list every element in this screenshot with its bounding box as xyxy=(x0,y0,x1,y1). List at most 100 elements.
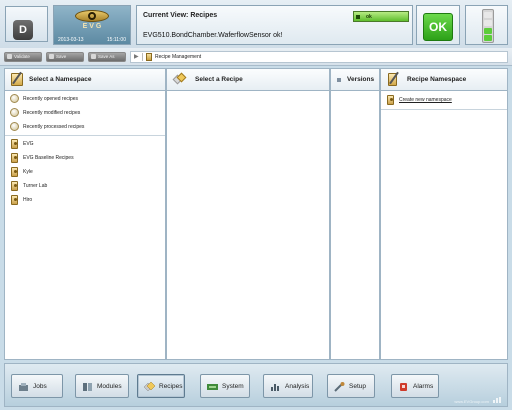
dock-label: Setup xyxy=(349,383,366,390)
save-label: Save xyxy=(56,54,67,59)
namespace-pane: Select a Namespace Recently opened recip… xyxy=(4,68,166,360)
namespace-item[interactable]: EVG xyxy=(5,137,165,151)
recipes-icon xyxy=(144,382,155,392)
user-initial: D xyxy=(13,20,33,40)
namespace-label: EVG Baseline Recipes xyxy=(23,155,74,161)
namespace-folder-icon xyxy=(11,181,18,191)
namespace-label: Hiro xyxy=(23,197,33,203)
status-square-icon xyxy=(356,15,360,19)
dock-button-alarms[interactable]: Alarms xyxy=(391,374,439,398)
breadcrumb: ▶ Recipe Management xyxy=(130,51,508,63)
system-time: 15:11:00 xyxy=(106,37,126,43)
jobs-icon xyxy=(19,383,28,391)
logo-text: EVG xyxy=(82,23,104,30)
status-message: EVG510.BondChamber.WaferflowSensor ok! xyxy=(143,32,283,39)
save-as-icon xyxy=(91,54,96,59)
validate-label: Validate xyxy=(14,54,30,59)
list-item-recent-modified[interactable]: Recently modified recipes xyxy=(5,106,165,120)
modules-icon xyxy=(83,383,92,391)
recipe-namespace-pane-header: Recipe Namespace xyxy=(381,69,507,91)
header-bar: D EVG 2013-03-13 15:11:00 Current View: … xyxy=(0,0,512,48)
bottom-dock: Jobs Modules Recipes System Analysis Set… xyxy=(4,363,508,407)
status-message-panel: Current View: Recipes ok EVG510.BondCham… xyxy=(136,5,413,45)
ok-status-button[interactable]: OK xyxy=(423,13,453,41)
namespace-item[interactable]: EVG Baseline Recipes xyxy=(5,151,165,165)
versions-icon xyxy=(337,78,341,82)
recipe-namespace-pane: Recipe Namespace Create new namespace xyxy=(380,68,508,360)
versions-pane-header: Versions xyxy=(331,69,379,91)
create-namespace-link[interactable]: Create new namespace xyxy=(399,97,452,103)
recipe-pane: Select a Recipe xyxy=(166,68,330,360)
save-as-button[interactable]: Save As xyxy=(88,52,126,62)
versions-pane-title: Versions xyxy=(347,76,375,83)
save-icon xyxy=(49,54,54,59)
list-item-recent-opened[interactable]: Recently opened recipes xyxy=(5,92,165,106)
dock-grip-icon xyxy=(493,397,503,403)
recipe-pane-header: Select a Recipe xyxy=(167,69,329,91)
namespace-item[interactable]: Kyle xyxy=(5,165,165,179)
toolbar: Validate Save Save As ▶ Recipe Managemen… xyxy=(0,48,512,66)
breadcrumb-separator xyxy=(142,53,143,61)
divider xyxy=(381,109,507,110)
list-item-label: Recently processed recipes xyxy=(23,124,85,130)
mini-status-label: ok xyxy=(366,14,372,20)
recipe-management-icon xyxy=(146,53,152,61)
breadcrumb-arrow-icon[interactable]: ▶ xyxy=(134,53,139,60)
alarms-icon xyxy=(400,383,407,391)
divider xyxy=(5,135,165,136)
recent-list: Recently opened recipes Recently modifie… xyxy=(5,92,165,134)
user-badge[interactable]: D xyxy=(5,6,48,42)
list-item-label: Recently modified recipes xyxy=(23,110,81,116)
setup-icon xyxy=(334,382,345,392)
company-logo-panel: EVG 2013-03-13 15:11:00 xyxy=(53,5,131,45)
system-icon xyxy=(207,384,218,390)
dock-label: System xyxy=(222,383,244,390)
signal-tower-icon xyxy=(482,9,494,43)
namespace-folder-icon xyxy=(388,73,397,86)
namespace-folder-icon xyxy=(11,167,18,177)
namespace-folder-icon xyxy=(11,195,18,205)
evg-logo-icon xyxy=(75,10,109,22)
dock-button-analysis[interactable]: Analysis xyxy=(263,374,313,398)
new-namespace-icon xyxy=(387,95,394,105)
namespace-item[interactable]: Turner Lab xyxy=(5,179,165,193)
dock-button-system[interactable]: System xyxy=(200,374,250,398)
namespace-list: EVG EVG Baseline Recipes Kyle Turner Lab… xyxy=(5,137,165,207)
namespace-pane-title: Select a Namespace xyxy=(29,76,92,83)
validate-icon xyxy=(7,54,12,59)
save-button[interactable]: Save xyxy=(46,52,84,62)
namespace-label: Kyle xyxy=(23,169,33,175)
namespace-label: Turner Lab xyxy=(23,183,48,189)
namespace-folder-icon xyxy=(11,139,18,149)
dock-button-jobs[interactable]: Jobs xyxy=(11,374,63,398)
system-date: 2013-03-13 xyxy=(58,37,84,43)
breadcrumb-item[interactable]: Recipe Management xyxy=(155,54,201,60)
dock-label: Modules xyxy=(97,383,122,390)
dock-button-recipes[interactable]: Recipes xyxy=(137,374,185,398)
list-item-recent-processed[interactable]: Recently processed recipes xyxy=(5,120,165,134)
validate-button[interactable]: Validate xyxy=(4,52,42,62)
analysis-icon xyxy=(271,384,279,391)
namespace-edit-icon xyxy=(11,73,23,86)
namespace-item[interactable]: Hiro xyxy=(5,193,165,207)
versions-pane: Versions xyxy=(330,68,380,360)
recent-icon xyxy=(10,94,19,103)
signal-tower-panel xyxy=(465,5,508,45)
recent-icon xyxy=(10,122,19,131)
dock-label: Recipes xyxy=(159,383,183,390)
dock-button-modules[interactable]: Modules xyxy=(75,374,129,398)
recipe-namespace-pane-title: Recipe Namespace xyxy=(407,76,467,83)
namespace-label: EVG xyxy=(23,141,34,147)
namespace-pane-header: Select a Namespace xyxy=(5,69,165,91)
recipe-pane-title: Select a Recipe xyxy=(195,76,243,83)
namespace-folder-icon xyxy=(11,153,18,163)
dock-label: Alarms xyxy=(413,383,434,390)
create-namespace-row[interactable]: Create new namespace xyxy=(381,94,507,108)
ok-panel: OK xyxy=(416,5,460,45)
dock-footer-text: www.EVGroup.com xyxy=(454,399,489,404)
dock-label: Analysis xyxy=(285,383,310,390)
mini-status-indicator: ok xyxy=(353,11,409,22)
dock-label: Jobs xyxy=(33,383,47,390)
current-view-label: Current View: Recipes xyxy=(143,12,218,19)
dock-button-setup[interactable]: Setup xyxy=(327,374,375,398)
